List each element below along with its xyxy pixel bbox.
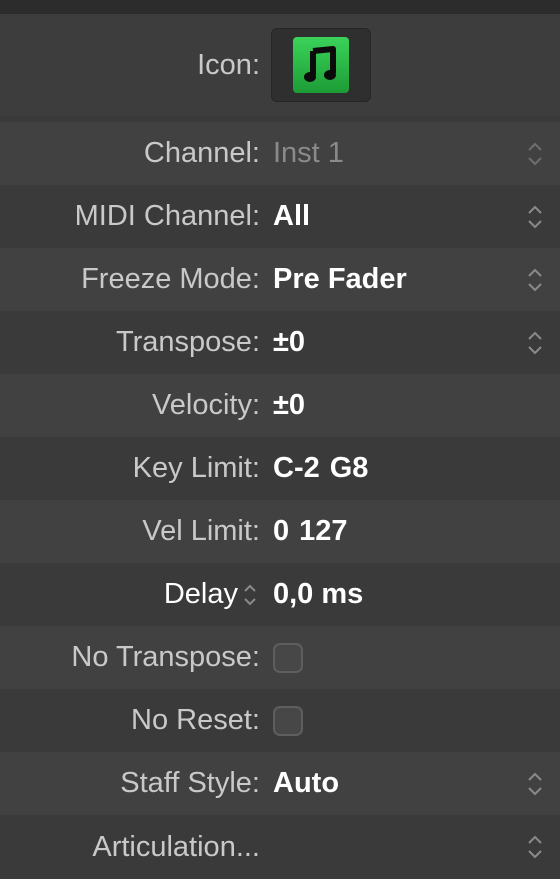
staff-style-stepper-icon[interactable]	[520, 752, 550, 815]
vel-limit-high[interactable]: 127	[299, 515, 347, 548]
music-note-icon	[293, 37, 349, 93]
transpose-value[interactable]: ±0	[273, 311, 305, 374]
key-limit-low[interactable]: C-2	[273, 452, 320, 485]
no-reset-row[interactable]: No Reset:	[0, 689, 560, 752]
key-limit-label: Key Limit:	[132, 452, 260, 484]
transpose-row[interactable]: Transpose: ±0	[0, 311, 560, 374]
articulation-label: Articulation...	[92, 830, 260, 863]
channel-value[interactable]: Inst 1	[273, 122, 344, 185]
key-limit-values: C-2 G8	[273, 437, 368, 500]
transpose-stepper-icon[interactable]	[520, 311, 550, 374]
articulation-row[interactable]: Articulation...	[0, 815, 560, 879]
icon-row: Icon:	[0, 14, 560, 116]
vel-limit-values: 0 127	[273, 500, 348, 563]
no-reset-checkbox[interactable]	[273, 706, 303, 736]
freeze-mode-row[interactable]: Freeze Mode: Pre Fader	[0, 248, 560, 311]
midi-channel-label: MIDI Channel:	[74, 200, 260, 232]
delay-label-group[interactable]: Delay	[164, 563, 258, 626]
freeze-mode-value[interactable]: Pre Fader	[273, 248, 407, 311]
icon-label: Icon:	[197, 48, 260, 81]
panel-top-border	[0, 0, 560, 14]
delay-label: Delay	[163, 578, 238, 610]
track-icon-button[interactable]	[271, 28, 371, 102]
vel-limit-low[interactable]: 0	[273, 515, 289, 548]
articulation-stepper-icon[interactable]	[520, 815, 550, 879]
delay-unit-stepper-icon[interactable]	[242, 582, 258, 608]
vel-limit-label: Vel Limit:	[142, 515, 260, 547]
no-reset-label: No Reset:	[131, 704, 260, 736]
transpose-label: Transpose:	[116, 326, 260, 358]
no-transpose-checkbox[interactable]	[273, 643, 303, 673]
no-transpose-row[interactable]: No Transpose:	[0, 626, 560, 689]
delay-value[interactable]: 0,0 ms	[273, 563, 363, 626]
midi-channel-stepper-icon[interactable]	[520, 185, 550, 248]
velocity-row[interactable]: Velocity: ±0	[0, 374, 560, 437]
key-limit-high[interactable]: G8	[330, 452, 369, 485]
channel-label: Channel:	[143, 137, 260, 169]
delay-row[interactable]: Delay 0,0 ms	[0, 563, 560, 626]
vel-limit-row: Vel Limit: 0 127	[0, 500, 560, 563]
channel-stepper-icon[interactable]	[520, 122, 550, 185]
staff-style-value[interactable]: Auto	[273, 752, 339, 815]
velocity-value[interactable]: ±0	[273, 374, 305, 437]
midi-channel-value[interactable]: All	[273, 185, 310, 248]
midi-channel-row[interactable]: MIDI Channel: All	[0, 185, 560, 248]
channel-row[interactable]: Channel: Inst 1	[0, 122, 560, 185]
freeze-mode-stepper-icon[interactable]	[520, 248, 550, 311]
velocity-label: Velocity:	[152, 389, 260, 421]
key-limit-row: Key Limit: C-2 G8	[0, 437, 560, 500]
freeze-mode-label: Freeze Mode:	[81, 263, 260, 295]
staff-style-label: Staff Style:	[120, 767, 260, 799]
no-transpose-label: No Transpose:	[71, 641, 260, 673]
staff-style-row[interactable]: Staff Style: Auto	[0, 752, 560, 815]
track-inspector-panel: Icon: Channel: Inst 1 MIDI Channel: All	[0, 0, 560, 879]
